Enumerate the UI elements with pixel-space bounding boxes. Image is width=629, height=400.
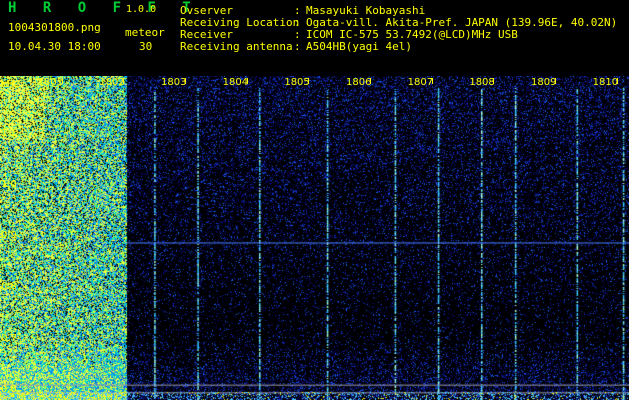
x-tick-label: 1802 [99, 77, 125, 88]
y-tick-label: 1.0 [1, 179, 17, 191]
app-version: 1.0.0 [126, 4, 157, 15]
x-tick-label: 1807 [407, 77, 434, 88]
spectrogram-canvas [0, 76, 629, 400]
y-tick-label: 1.1 [1, 128, 17, 140]
y-tick-label: 0.8 [1, 281, 17, 293]
x-tick-label: 1808 [469, 77, 495, 88]
x-tick-label: 1804 [222, 77, 249, 88]
x-tick-label: 1803 [161, 77, 187, 88]
x-tick-mark [493, 78, 495, 84]
info-label-antenna: Receiving antenna [180, 40, 293, 53]
x-tick-mark [308, 78, 310, 84]
x-tick-mark [61, 78, 63, 84]
y-tick-label: 0.9 [1, 230, 17, 242]
x-tick-label: 1810 [592, 77, 619, 88]
info-sep: : [294, 40, 301, 53]
x-tick-label: 1809 [531, 77, 557, 88]
y-tick-label: 0.6 [1, 383, 17, 395]
x-tick-mark [123, 78, 125, 84]
x-tick-mark [370, 78, 371, 84]
x-tick-label: 1806 [346, 77, 372, 88]
x-tick-mark [555, 78, 556, 84]
file-name: 1004301800.png [8, 21, 101, 34]
x-tick-label: 1805 [284, 77, 310, 88]
app-title: H R O F F T [8, 0, 200, 16]
y-axis-label: kHz [1, 79, 20, 90]
x-tick-mark [185, 78, 186, 84]
x-tick-mark [616, 78, 618, 84]
header-panel: H R O F F T 1.0.0 1004301800.png meteor … [0, 0, 629, 75]
x-tick-mark [431, 78, 433, 84]
x-tick-label: 1801 [37, 77, 64, 88]
x-tick-mark [246, 78, 248, 84]
count-value: 30 [139, 40, 153, 53]
file-datetime: 10.04.30 18:00 [8, 40, 101, 53]
count-label: meteor [125, 26, 165, 39]
y-tick-label: 0.7 [1, 332, 17, 344]
info-value-antenna: A504HB(yagi 4el) [306, 40, 412, 53]
